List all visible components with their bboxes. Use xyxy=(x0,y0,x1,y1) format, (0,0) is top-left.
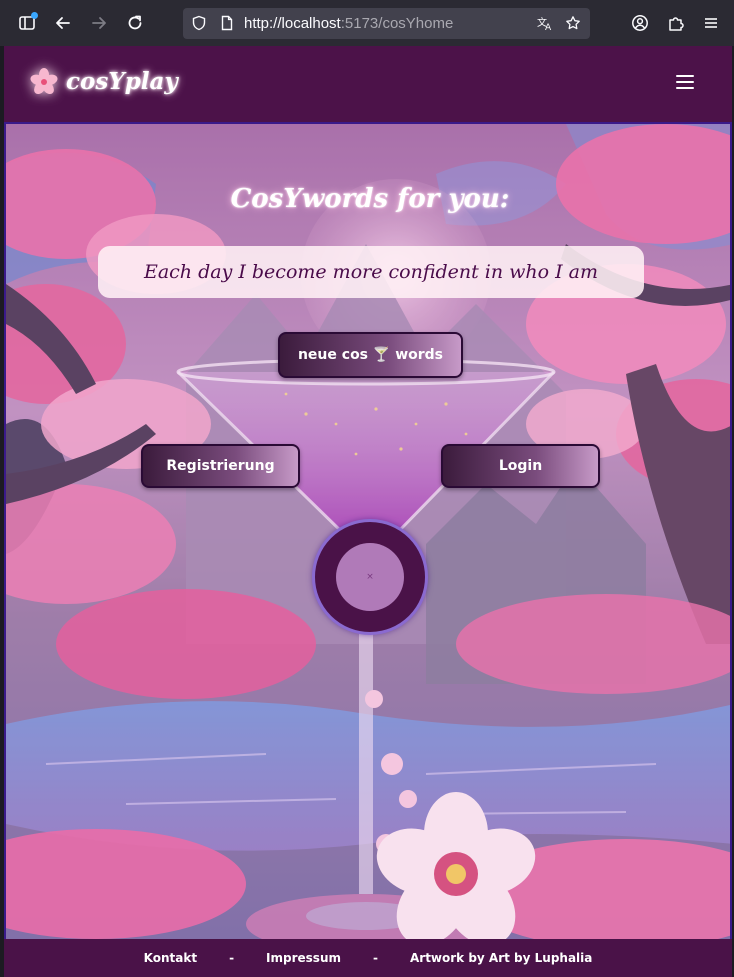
orb-mark: × xyxy=(366,572,374,582)
extensions-icon[interactable] xyxy=(665,12,687,34)
app-frame: cosYplay CosYwords for you: Each day I b… xyxy=(4,46,732,977)
site-header: cosYplay xyxy=(4,46,732,122)
orb-inner: × xyxy=(336,543,404,611)
svg-text:A: A xyxy=(545,23,552,31)
login-button[interactable]: Login xyxy=(441,444,600,488)
quote-box: Each day I become more confident in who … xyxy=(98,246,644,298)
back-icon[interactable] xyxy=(52,12,74,34)
logo-text[interactable]: cosYplay xyxy=(66,68,178,95)
footer-separator: - xyxy=(229,951,235,965)
register-button[interactable]: Registrierung xyxy=(141,444,300,488)
notification-dot xyxy=(31,12,38,19)
site-footer: Kontakt - Impressum - Artwork by Art by … xyxy=(4,939,732,977)
url-path: :5173/cosYhome xyxy=(340,15,454,32)
translate-icon[interactable]: 文A xyxy=(537,15,553,31)
url-text[interactable]: http://localhost:5173/cosYhome xyxy=(244,15,453,32)
orb-button[interactable]: × xyxy=(312,519,428,635)
cherry-blossom-icon[interactable] xyxy=(29,67,59,97)
footer-separator: - xyxy=(373,951,378,965)
url-host: http://localhost xyxy=(244,15,341,32)
shield-icon[interactable] xyxy=(191,15,207,31)
bookmark-star-icon[interactable] xyxy=(565,15,581,31)
new-words-button[interactable]: neue cos 🍸 words xyxy=(278,332,463,378)
url-bar[interactable]: http://localhost:5173/cosYhome 文A xyxy=(183,8,590,39)
quote-text: Each day I become more confident in who … xyxy=(143,261,599,283)
reload-icon[interactable] xyxy=(124,12,146,34)
page-icon[interactable] xyxy=(219,15,235,31)
hero-title: CosYwords for you: xyxy=(230,184,510,214)
browser-toolbar: http://localhost:5173/cosYhome 文A xyxy=(0,0,734,46)
imprint-link[interactable]: Impressum xyxy=(266,951,341,965)
forward-icon[interactable] xyxy=(88,12,110,34)
hero-section: CosYwords for you: Each day I become mor… xyxy=(4,122,732,939)
artwork-credit-link[interactable]: Artwork by Art by Luphalia xyxy=(410,951,592,965)
contact-link[interactable]: Kontakt xyxy=(144,951,197,965)
app-menu-icon[interactable] xyxy=(700,12,722,34)
hamburger-menu-button[interactable] xyxy=(674,70,700,94)
account-icon[interactable] xyxy=(629,12,651,34)
